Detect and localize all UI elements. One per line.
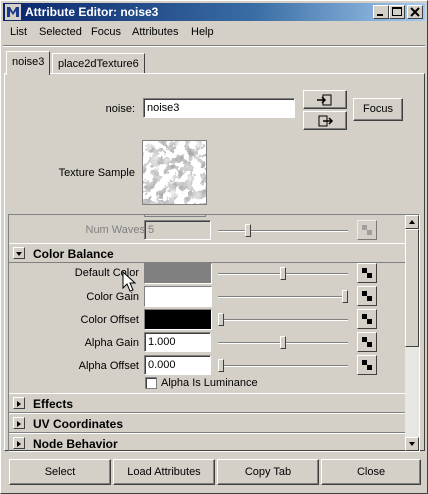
checker-icon	[362, 337, 372, 347]
color-gain-slider[interactable]	[218, 290, 348, 303]
menu-help[interactable]: Help	[191, 26, 214, 38]
color-balance-title: Color Balance	[33, 247, 114, 261]
arrow-up-icon	[409, 220, 415, 224]
node-name-field[interactable]: noise3	[143, 98, 295, 118]
tab-bar: noise3 place2dTexture6	[3, 51, 425, 75]
color-gain-swatch[interactable]	[144, 286, 212, 307]
texture-sample-swatch[interactable]	[142, 140, 207, 205]
menu-focus[interactable]: Focus	[91, 26, 121, 38]
color-offset-swatch[interactable]	[144, 309, 212, 330]
menu-list[interactable]: List	[10, 26, 27, 38]
menu-attributes[interactable]: Attributes	[132, 26, 178, 38]
alpha-offset-label: Alpha Offset	[78, 360, 139, 372]
output-connections-button[interactable]	[303, 111, 347, 130]
vertical-scrollbar[interactable]	[405, 215, 419, 451]
effects-title: Effects	[33, 397, 74, 411]
uv-coordinates-section-header[interactable]: UV Coordinates	[9, 413, 407, 433]
color-offset-slider[interactable]	[218, 313, 348, 326]
texture-sample-slider-remnant	[144, 215, 206, 217]
default-color-swatch[interactable]	[144, 263, 212, 284]
color-gain-map-button[interactable]	[357, 286, 377, 306]
alpha-is-luminance-checkbox[interactable]	[145, 377, 157, 389]
uv-coordinates-title: UV Coordinates	[33, 417, 124, 431]
texture-sample-label: Texture Sample	[58, 167, 135, 179]
select-button[interactable]: Select	[9, 459, 111, 485]
focus-button[interactable]: Focus	[353, 98, 403, 121]
copy-tab-button[interactable]: Copy Tab	[217, 459, 319, 485]
arrow-down-icon	[409, 442, 415, 446]
checker-icon	[362, 268, 372, 278]
scroll-up-button[interactable]	[405, 215, 419, 229]
expand-arrow-down-icon[interactable]	[13, 247, 25, 259]
maximize-icon	[392, 7, 402, 16]
alpha-offset-slider[interactable]	[218, 359, 348, 372]
noise-texture-image	[143, 141, 206, 204]
num-waves-label: Num Waves	[85, 224, 146, 236]
maximize-button[interactable]	[389, 5, 405, 19]
effects-section-header[interactable]: Effects	[9, 393, 407, 413]
num-waves-thumb	[245, 224, 252, 237]
attribute-editor-window: Attribute Editor: noise3 List Selected F…	[0, 0, 428, 494]
menu-selected[interactable]: Selected	[39, 26, 82, 38]
node-behavior-section-header[interactable]: Node Behavior	[9, 433, 407, 451]
color-offset-map-button[interactable]	[357, 309, 377, 329]
checker-icon	[362, 314, 372, 324]
alpha-gain-field[interactable]: 1.000	[144, 332, 211, 352]
scrollbar-thumb[interactable]	[405, 229, 419, 347]
output-arrow-icon	[318, 115, 334, 127]
alpha-gain-map-button[interactable]	[357, 332, 377, 352]
alpha-offset-field[interactable]: 0.000	[144, 355, 211, 375]
expand-arrow-right-icon[interactable]	[13, 397, 25, 409]
load-attributes-button[interactable]: Load Attributes	[113, 459, 215, 485]
color-balance-section-header[interactable]: Color Balance	[9, 243, 407, 263]
tab-place2dtexture6[interactable]: place2dTexture6	[52, 53, 145, 74]
checker-icon	[362, 291, 372, 301]
window-title: Attribute Editor: noise3	[25, 5, 159, 19]
minimize-button[interactable]	[373, 5, 389, 19]
color-offset-label: Color Offset	[80, 314, 140, 326]
title-bar[interactable]: Attribute Editor: noise3	[3, 3, 425, 21]
close-button[interactable]: Close	[321, 459, 421, 485]
num-waves-slider	[218, 224, 348, 237]
close-window-button[interactable]	[407, 5, 423, 19]
alpha-is-luminance-label: Alpha Is Luminance	[161, 377, 258, 389]
alpha-gain-slider[interactable]	[218, 336, 348, 349]
default-color-thumb[interactable]	[280, 267, 286, 280]
minimize-icon	[377, 14, 383, 16]
scroll-down-button[interactable]	[405, 437, 419, 451]
menu-bar: List Selected Focus Attributes Help	[3, 23, 425, 43]
mouse-cursor-icon	[122, 271, 137, 292]
maya-app-icon	[5, 4, 21, 20]
default-color-slider[interactable]	[218, 267, 348, 280]
expand-arrow-right-icon[interactable]	[13, 437, 25, 449]
close-icon	[410, 7, 420, 17]
alpha-offset-map-button[interactable]	[357, 355, 377, 375]
node-type-label: noise:	[105, 103, 135, 115]
color-gain-thumb[interactable]	[342, 290, 348, 303]
input-arrow-icon	[317, 94, 332, 106]
input-connections-button[interactable]	[303, 90, 347, 109]
attribute-scroll-area[interactable]: Num Waves 5 Color Balance Default Color …	[8, 214, 420, 452]
alpha-gain-label: Alpha Gain	[84, 337, 139, 349]
alpha-offset-thumb[interactable]	[218, 359, 224, 372]
node-behavior-title: Node Behavior	[33, 437, 118, 451]
alpha-gain-thumb[interactable]	[280, 336, 286, 349]
menu-divider	[3, 45, 425, 47]
checker-icon	[362, 360, 372, 370]
color-offset-thumb[interactable]	[218, 313, 224, 326]
num-waves-map-button	[357, 220, 377, 240]
expand-arrow-right-icon[interactable]	[13, 417, 25, 429]
num-waves-field: 5	[144, 220, 211, 240]
default-color-map-button[interactable]	[357, 263, 377, 283]
tab-noise3[interactable]: noise3	[6, 51, 51, 75]
checker-icon	[362, 225, 372, 235]
